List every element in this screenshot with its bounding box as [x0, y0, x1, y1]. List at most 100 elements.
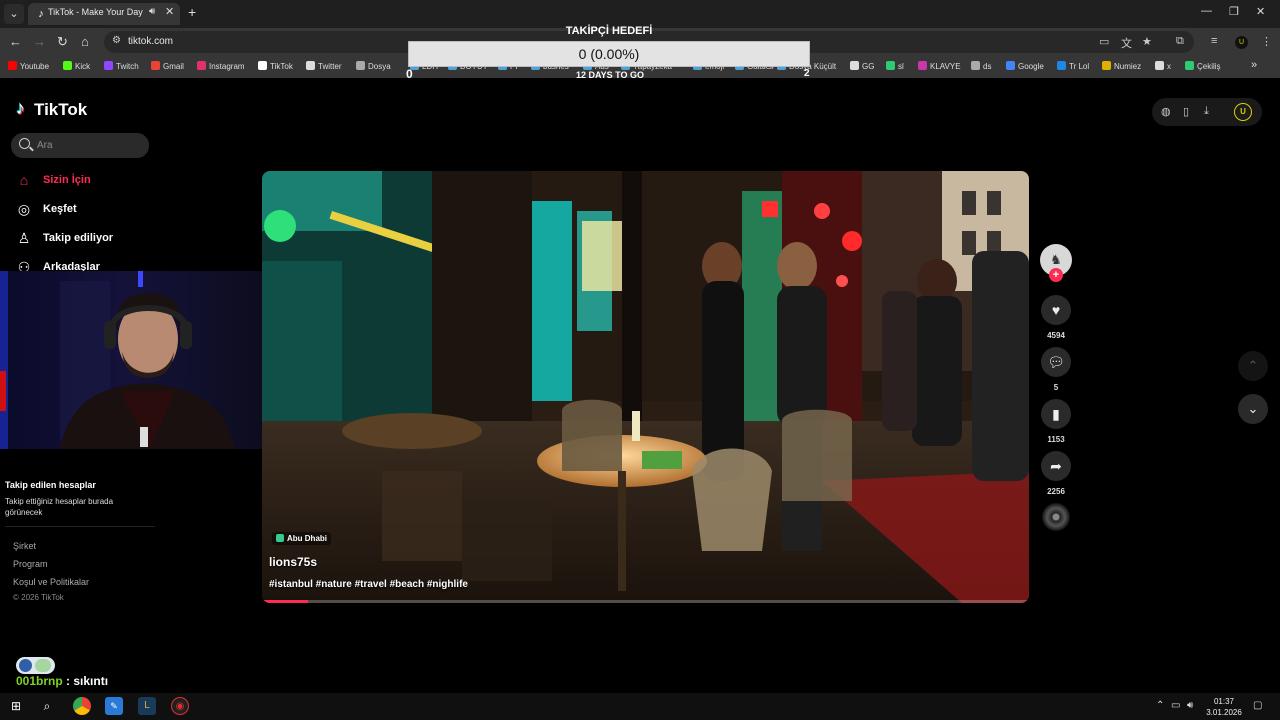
goal-title: TAKİPÇİ HEDEFİ — [565, 25, 653, 37]
minimize-icon[interactable]: — — [1201, 5, 1212, 17]
bookmark-item[interactable]: Youtube — [8, 61, 49, 71]
music-disc-icon[interactable] — [1042, 503, 1070, 531]
comment-button[interactable]: 💬︎ — [1041, 347, 1071, 377]
speaker-icon[interactable]: 🔊︎ — [149, 6, 155, 17]
bookmark-item[interactable]: ds — [971, 61, 991, 71]
close-tab-icon[interactable]: ✕ — [165, 5, 174, 18]
bookmark-favicon-icon — [258, 61, 267, 70]
video-player[interactable]: Abu Dhabi lions75s #istanbul #nature #tr… — [262, 171, 1029, 603]
bookmark-favicon-icon — [104, 61, 113, 70]
mobile-icon[interactable]: ▯ — [1183, 105, 1189, 118]
translate-icon[interactable]: 文 — [1121, 35, 1132, 51]
profile-avatar[interactable]: U — [1234, 103, 1252, 121]
bookmark-item[interactable]: TikTok — [258, 61, 293, 71]
bookmark-item[interactable]: x — [1155, 61, 1171, 71]
bookmark-label: x — [1167, 62, 1171, 71]
windows-start-icon[interactable]: ⊞ — [7, 697, 25, 715]
league-icon[interactable]: L — [138, 697, 156, 715]
bookmark-favicon-icon — [356, 61, 365, 70]
footer-link-program[interactable]: Program — [13, 559, 48, 569]
bookmark-item[interactable]: KLAVYE — [918, 61, 961, 71]
tab-search-button[interactable]: ⌄ — [4, 4, 24, 24]
close-window-icon[interactable]: ✕ — [1256, 5, 1265, 18]
back-icon[interactable]: ← — [9, 34, 22, 49]
bookmark-favicon-icon — [63, 61, 72, 70]
bookmark-item[interactable]: Twitter — [306, 61, 342, 71]
bookmark-star-icon[interactable]: ★ — [1142, 35, 1152, 48]
bookmark-label: Google — [1018, 62, 1044, 71]
bookmark-item[interactable]: Instagram — [197, 61, 245, 71]
like-button[interactable]: ♥ — [1041, 295, 1071, 325]
search-box — [11, 133, 149, 158]
app-icon[interactable]: ✎ — [105, 697, 123, 715]
chrome-icon[interactable] — [73, 697, 91, 715]
bookmark-favicon-icon — [886, 61, 895, 70]
share-button[interactable]: ➦ — [1041, 451, 1071, 481]
download-icon[interactable]: ⤓ — [1204, 105, 1209, 118]
browser-tab-strip: ⌄ ♪ TikTok - Make Your Day 🔊︎ ✕ + — ❐ ✕ — [0, 0, 1280, 28]
bookmark-item[interactable]: Twitch — [104, 61, 139, 71]
bookmark-label: Tr Lol — [1069, 62, 1090, 71]
reload-icon[interactable]: ↻ — [57, 34, 68, 50]
bookmark-item[interactable]: Tr Lol — [1057, 61, 1089, 71]
previous-video-button[interactable]: ⌃ — [1238, 351, 1268, 381]
badge-icon — [19, 659, 32, 672]
search-icon[interactable] — [19, 138, 30, 149]
bookmark-favicon-icon — [8, 61, 17, 70]
footer-link-company[interactable]: Şirket — [13, 541, 36, 551]
forward-icon[interactable]: → — [33, 34, 46, 49]
bookmark-item[interactable]: GG — [850, 61, 874, 71]
media-controls-icon[interactable]: ≡ — [1211, 35, 1217, 47]
network-icon[interactable]: ▭ — [1171, 700, 1180, 711]
clock-time: 01:37 — [1213, 697, 1235, 706]
save-button[interactable]: ▮ — [1041, 399, 1071, 429]
bookmark-item[interactable]: Gmail — [151, 61, 184, 71]
like-count: 4594 — [1047, 331, 1065, 340]
more-bookmarks-icon[interactable]: » — [1251, 59, 1257, 71]
bookmark-favicon-icon — [918, 61, 927, 70]
new-tab-button[interactable]: + — [188, 4, 196, 20]
bookmark-item[interactable]: Numiez — [1102, 61, 1141, 71]
bookmark-label: Instagram — [209, 62, 245, 71]
bookmark-item[interactable]: Çekiliş — [1185, 61, 1221, 71]
search-icon[interactable]: ⌕ — [38, 697, 56, 715]
compass-icon: ◎ — [17, 201, 31, 217]
home-icon[interactable]: ⌂ — [81, 34, 89, 49]
video-progress-bar[interactable] — [262, 600, 1029, 603]
bookmark-item[interactable]: Dosya — [356, 61, 391, 71]
save-count: 1153 — [1047, 435, 1065, 444]
browser-tab[interactable]: ♪ TikTok - Make Your Day 🔊︎ ✕ — [28, 3, 180, 25]
bookmark-label: GG — [862, 62, 875, 71]
volume-icon[interactable]: 🔊︎ — [1187, 700, 1193, 711]
bookmark-label: KLAVYE — [930, 62, 961, 71]
bookmark-favicon-icon — [306, 61, 315, 70]
video-author[interactable]: lions75s — [269, 555, 317, 569]
share-count: 2256 — [1047, 487, 1065, 496]
bookmark-item[interactable]: Google — [1006, 61, 1044, 71]
next-video-button[interactable]: ⌄ — [1238, 394, 1268, 424]
system-clock[interactable]: 01:37 3.01.2026 — [1204, 696, 1244, 718]
bookmark-label: Twitter — [318, 62, 342, 71]
followed-accounts-title: Takip edilen hesaplar — [5, 480, 96, 490]
follow-plus-button[interactable]: + — [1049, 268, 1063, 282]
chat-badges — [16, 657, 55, 674]
footer-link-terms[interactable]: Koşul ve Politikalar — [13, 577, 89, 587]
search-input[interactable] — [37, 137, 142, 153]
goal-days-left: 12 DAYS TO GO — [575, 70, 645, 80]
restore-icon[interactable]: ❐ — [1229, 5, 1239, 18]
profile-avatar[interactable]: U — [1235, 36, 1248, 49]
obs-icon[interactable]: ◉ — [171, 697, 189, 715]
site-info-icon[interactable]: ⚙ — [112, 35, 121, 46]
extensions-icon[interactable]: ⧉ — [1176, 35, 1184, 48]
bookmark-item[interactable]: sl — [886, 61, 904, 71]
notifications-icon[interactable]: ▢ — [1253, 700, 1262, 711]
location-badge[interactable]: Abu Dhabi — [272, 532, 331, 545]
bookmark-item[interactable]: Kick — [63, 61, 90, 71]
tray-chevron-icon[interactable]: ⌃ — [1156, 700, 1164, 711]
video-hashtags[interactable]: #istanbul #nature #travel #beach #nighli… — [269, 579, 468, 590]
install-app-icon[interactable]: ▭ — [1099, 35, 1109, 48]
nav-label: Takip ediliyor — [43, 232, 114, 244]
chat-username: 001brnp — [16, 674, 63, 688]
coin-icon[interactable]: ◍ — [1161, 105, 1171, 118]
menu-icon[interactable]: ⋮ — [1261, 35, 1272, 48]
